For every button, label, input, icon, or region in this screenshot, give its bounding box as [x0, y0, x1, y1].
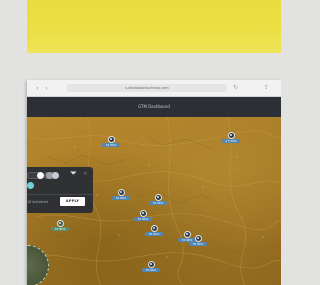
forward-arrow-icon[interactable]: › — [42, 85, 51, 92]
marker-pin-icon — [194, 234, 202, 242]
marker-pin-icon — [154, 193, 162, 201]
app-title: GTM Dashboard — [138, 104, 170, 109]
browser-window: ‹ › s.dashboardurlmap.com ↻ ⇪ GTM Dashbo… — [27, 80, 281, 285]
marker-label: 4.5 NDS — [222, 139, 240, 143]
back-arrow-icon[interactable]: ‹ — [33, 85, 42, 92]
marker-label: 55 NDS — [112, 196, 130, 200]
filter-funnel-icon[interactable]: ⏷ — [69, 170, 78, 179]
address-text: s.dashboardurlmap.com — [125, 86, 169, 90]
screenshot-root: ‹ › s.dashboardurlmap.com ↻ ⇪ GTM Dashbo… — [0, 0, 281, 285]
marker-pin-icon — [227, 131, 235, 139]
marker-label: 55 NDS — [134, 217, 152, 221]
marker-label: 55 NDS — [102, 143, 120, 147]
marker-pin-icon — [117, 188, 125, 196]
share-icon[interactable]: ⇪ — [263, 84, 270, 92]
marker-pin-icon — [107, 135, 115, 143]
location-pin-icon — [27, 182, 34, 189]
yellow-banner — [27, 0, 281, 53]
reload-icon[interactable]: ↻ — [232, 84, 239, 92]
marker-label: 55 NDS — [145, 232, 163, 236]
marker-pin-icon — [183, 230, 191, 238]
app-header: GTM Dashboard — [27, 97, 281, 117]
marker-label: 55 NDS — [51, 227, 69, 231]
toggle-dot-icon[interactable] — [52, 172, 59, 179]
marker-label: 55 NDS — [142, 268, 160, 272]
marker-pin-icon — [150, 224, 158, 232]
marker-pin-icon — [56, 219, 64, 227]
filter-count-text: 18 Activated — [27, 200, 48, 204]
apply-button[interactable]: APPLY — [60, 197, 85, 206]
map-view[interactable]: 55 NDS 4.5 NDS 55 NDS 55 NDS 55 NDS 55 N… — [27, 117, 281, 285]
toggle-dot-icon[interactable] — [37, 172, 44, 179]
browser-chrome: ‹ › s.dashboardurlmap.com ↻ ⇪ — [27, 80, 281, 97]
close-icon[interactable]: ✕ — [82, 171, 89, 178]
marker-label: 55 NDS — [189, 242, 207, 246]
filter-panel: ⏷ ✕ 18 Activated APPLY — [27, 167, 93, 213]
marker-pin-icon — [139, 209, 147, 217]
marker-label: 55 NDS — [149, 201, 167, 205]
address-bar[interactable]: s.dashboardurlmap.com — [67, 84, 227, 92]
marker-pin-icon — [147, 260, 155, 268]
panel-divider — [27, 194, 93, 195]
